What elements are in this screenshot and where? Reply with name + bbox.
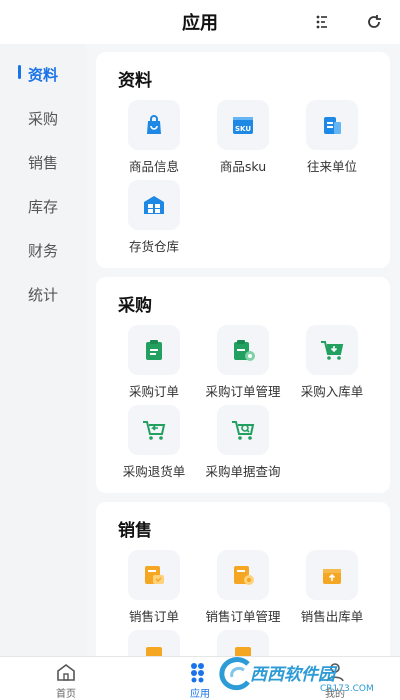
clipboard-gear-icon xyxy=(217,325,269,375)
app-label: 往来单位 xyxy=(306,159,357,174)
home-icon xyxy=(55,661,77,683)
svg-text:SKU: SKU xyxy=(235,125,251,133)
cart-return-icon xyxy=(128,405,180,455)
sidebar-item-label: 统计 xyxy=(27,285,58,304)
sku-icon: SKU xyxy=(217,100,269,150)
section-title: 销售 xyxy=(118,521,152,541)
active-indicator xyxy=(18,65,21,79)
sidebar-item-库存[interactable]: 库存 xyxy=(0,186,86,226)
section-card-销售: 销售 销售订单 销售订单管理 销售出库单 xyxy=(96,502,390,656)
page-title: 应用 xyxy=(182,13,218,34)
app-content[interactable]: 资料 商品信息 SKU 商品sku 往来单位 存货仓库 采购 采购订单 采购订单… xyxy=(86,44,400,656)
section-title: 资料 xyxy=(118,71,152,91)
app-label: 存货仓库 xyxy=(128,239,179,254)
sidebar-item-label: 采购 xyxy=(27,109,58,128)
section-card-资料: 资料 商品信息 SKU 商品sku 往来单位 存货仓库 xyxy=(96,52,390,268)
app-label: 销售订单 xyxy=(128,609,179,624)
app-label: 采购订单管理 xyxy=(205,384,281,399)
clipboard-icon xyxy=(128,325,180,375)
app-采购订单管理[interactable]: 采购订单管理 xyxy=(197,325,289,405)
app-label: 采购订单 xyxy=(128,384,179,399)
app-往来单位[interactable]: 往来单位 xyxy=(286,100,378,180)
app-商品sku[interactable]: SKU 商品sku xyxy=(197,100,289,180)
sidebar-item-label: 财务 xyxy=(27,241,58,260)
sidebar-item-label: 资料 xyxy=(27,65,58,84)
cart-in-icon xyxy=(306,325,358,375)
app-label: 采购入库单 xyxy=(300,384,364,399)
more-dots-icon[interactable] xyxy=(312,12,332,32)
watermark-logo: 西西软件园 CR173.COM xyxy=(214,652,400,700)
app-销售订单[interactable]: 销售订单 xyxy=(108,550,200,630)
app-存货仓库[interactable]: 存货仓库 xyxy=(108,180,200,260)
sidebar-item-label: 库存 xyxy=(27,197,58,216)
app-销售出库单[interactable]: 销售出库单 xyxy=(286,550,378,630)
top-bar: 应用 xyxy=(0,0,400,44)
app-商品信息[interactable]: 商品信息 xyxy=(108,100,200,180)
section-card-采购: 采购 采购订单 采购订单管理 采购入库单 采购退货单 采购单据查询 xyxy=(96,277,390,493)
app-label: 商品sku xyxy=(219,159,267,174)
app-tile-partial[interactable] xyxy=(108,630,200,656)
sidebar-item-销售[interactable]: 销售 xyxy=(0,142,86,182)
app-采购单据查询[interactable]: 采购单据查询 xyxy=(197,405,289,485)
app-label: 销售订单管理 xyxy=(205,609,281,624)
section-title: 采购 xyxy=(118,296,152,316)
app-采购入库单[interactable]: 采购入库单 xyxy=(286,325,378,405)
warehouse-icon xyxy=(128,180,180,230)
sidebar-item-资料[interactable]: 资料 xyxy=(0,54,86,94)
sales-order-gear-icon xyxy=(217,550,269,600)
shopping-bag-icon xyxy=(128,100,180,150)
category-sidebar: 资料 采购 销售 库存 财务 统计 xyxy=(0,44,86,656)
app-label: 采购单据查询 xyxy=(205,464,281,479)
watermark-text: 西西软件园 xyxy=(250,665,335,685)
app-采购订单[interactable]: 采购订单 xyxy=(108,325,200,405)
watermark-swirl-icon xyxy=(219,657,250,691)
cart-search-icon xyxy=(217,405,269,455)
watermark-sub: CR173.COM xyxy=(320,684,374,694)
app-采购退货单[interactable]: 采购退货单 xyxy=(108,405,200,485)
sidebar-item-财务[interactable]: 财务 xyxy=(0,230,86,270)
apps-icon xyxy=(189,661,211,683)
refresh-icon[interactable] xyxy=(364,12,384,32)
tab-label: 首页 xyxy=(56,689,76,700)
sales-order-icon xyxy=(128,550,180,600)
box-out-icon xyxy=(306,550,358,600)
sidebar-item-采购[interactable]: 采购 xyxy=(0,98,86,138)
sidebar-item-label: 销售 xyxy=(27,153,58,172)
app-销售订单管理[interactable]: 销售订单管理 xyxy=(197,550,289,630)
app-label: 销售出库单 xyxy=(300,609,364,624)
building-icon xyxy=(306,100,358,150)
app-label: 采购退货单 xyxy=(122,464,186,479)
tab-home[interactable]: 首页 xyxy=(21,657,111,700)
app-label: 商品信息 xyxy=(128,159,179,174)
sidebar-item-统计[interactable]: 统计 xyxy=(0,274,86,314)
sales-doc-icon xyxy=(128,630,180,656)
